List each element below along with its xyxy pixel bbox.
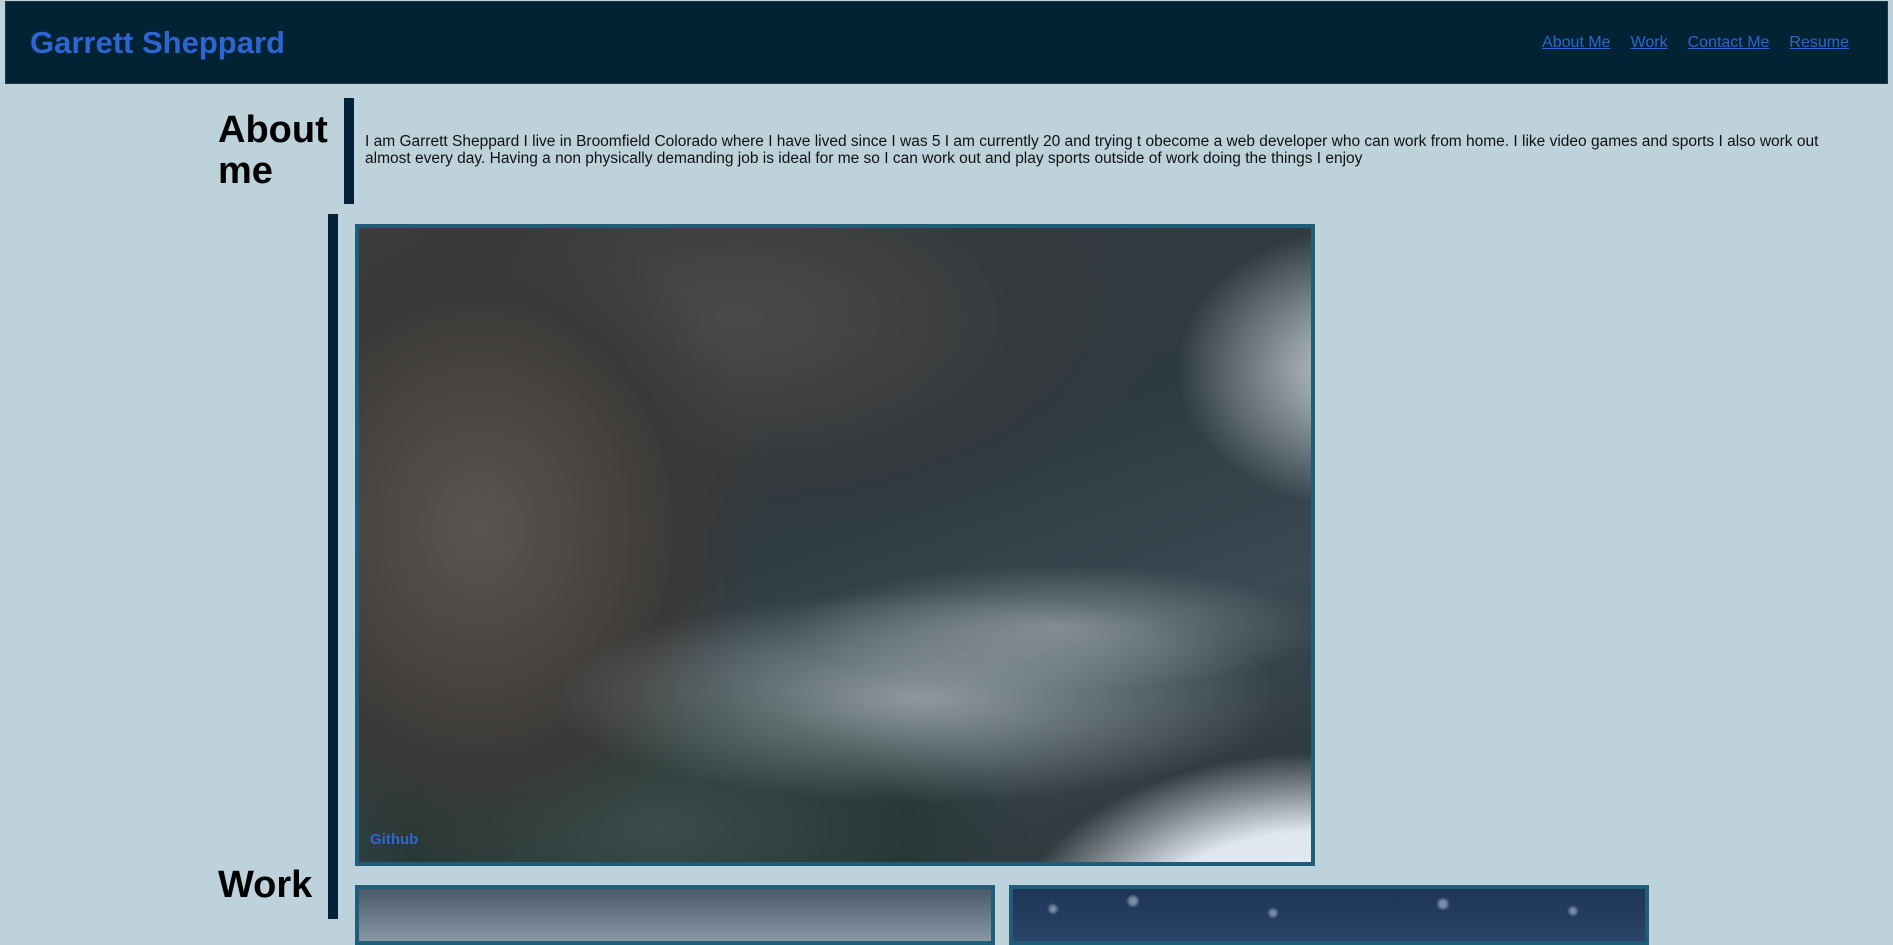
about-divider-bar [344, 98, 354, 204]
work-heading: Work [218, 864, 313, 906]
site-header: Garrett Sheppard About Me Work Contact M… [5, 1, 1888, 84]
nav-link-work[interactable]: Work [1631, 33, 1668, 53]
site-title[interactable]: Garrett Sheppard [30, 24, 285, 62]
project-caption-github[interactable]: Github [370, 831, 418, 848]
nav-link-contact-me[interactable]: Contact Me [1688, 33, 1770, 53]
project-card-3[interactable] [1009, 885, 1649, 945]
about-heading: About me [218, 109, 328, 192]
main-nav: About Me Work Contact Me Resume [1542, 33, 1849, 53]
nav-link-resume[interactable]: Resume [1789, 33, 1849, 53]
project-card-github[interactable]: Github [355, 224, 1315, 866]
project-card-2[interactable] [355, 885, 995, 945]
work-divider-bar [328, 214, 338, 919]
nav-link-about-me[interactable]: About Me [1542, 33, 1610, 53]
about-text: I am Garrett Sheppard I live in Broomfie… [365, 133, 1819, 167]
